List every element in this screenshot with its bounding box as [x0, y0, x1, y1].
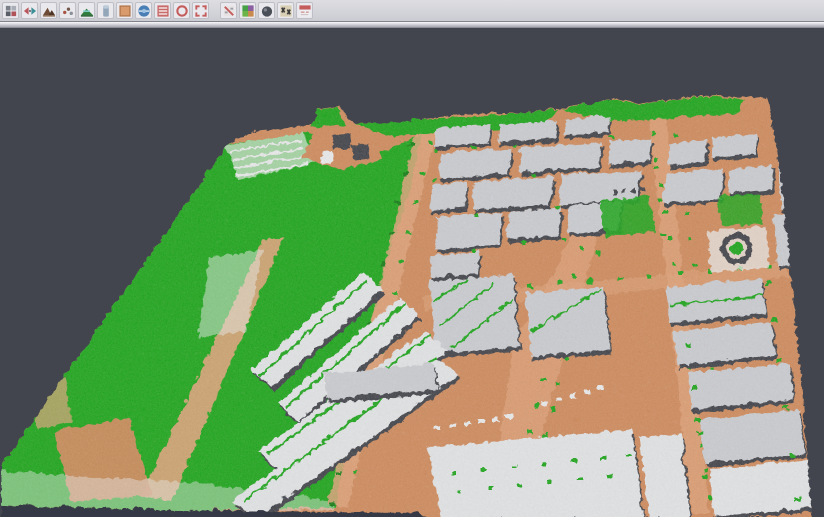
terrain-hill-icon: [80, 4, 94, 18]
view-cube-icon: [4, 4, 18, 18]
zoom-window-icon: [194, 4, 208, 18]
point-cloud-render: [0, 28, 824, 517]
pan-axes-button[interactable]: [21, 2, 38, 19]
clear-selection-icon: [222, 4, 236, 18]
measure-cross-icon: [279, 4, 293, 18]
circle-select-icon: [175, 4, 189, 18]
profile-bar-button[interactable]: [97, 2, 114, 19]
slice-stack-button[interactable]: [154, 2, 171, 19]
point-dots-button[interactable]: [59, 2, 76, 19]
viewport-3d[interactable]: [0, 28, 824, 517]
terrain-hill-button[interactable]: [78, 2, 95, 19]
ortho-image-button[interactable]: [116, 2, 133, 19]
toolbar-separator: [0, 21, 824, 28]
measure-cross-button[interactable]: [277, 2, 294, 19]
profile-bar-icon: [99, 4, 113, 18]
terrain-mesh: [0, 28, 824, 517]
pan-axes-icon: [23, 4, 37, 18]
flag-stripes-button[interactable]: [296, 2, 313, 19]
slice-stack-icon: [156, 4, 170, 18]
flag-stripes-icon: [298, 4, 312, 18]
view-cube-button[interactable]: [2, 2, 19, 19]
classified-points-layer: [0, 28, 824, 517]
toolbar-group-separator: [211, 2, 218, 19]
shaded-sphere-icon: [260, 4, 274, 18]
globe-3d-icon: [137, 4, 151, 18]
tin-mountain-icon: [42, 4, 56, 18]
toolbar: [0, 0, 824, 21]
classification-colors-button[interactable]: [239, 2, 256, 19]
circle-select-button[interactable]: [173, 2, 190, 19]
classification-colors-icon: [241, 4, 255, 18]
globe-3d-button[interactable]: [135, 2, 152, 19]
shaded-sphere-button[interactable]: [258, 2, 275, 19]
tin-mountain-button[interactable]: [40, 2, 57, 19]
zoom-window-button[interactable]: [192, 2, 209, 19]
ortho-image-icon: [118, 4, 132, 18]
clear-selection-button[interactable]: [220, 2, 237, 19]
point-dots-icon: [61, 4, 75, 18]
